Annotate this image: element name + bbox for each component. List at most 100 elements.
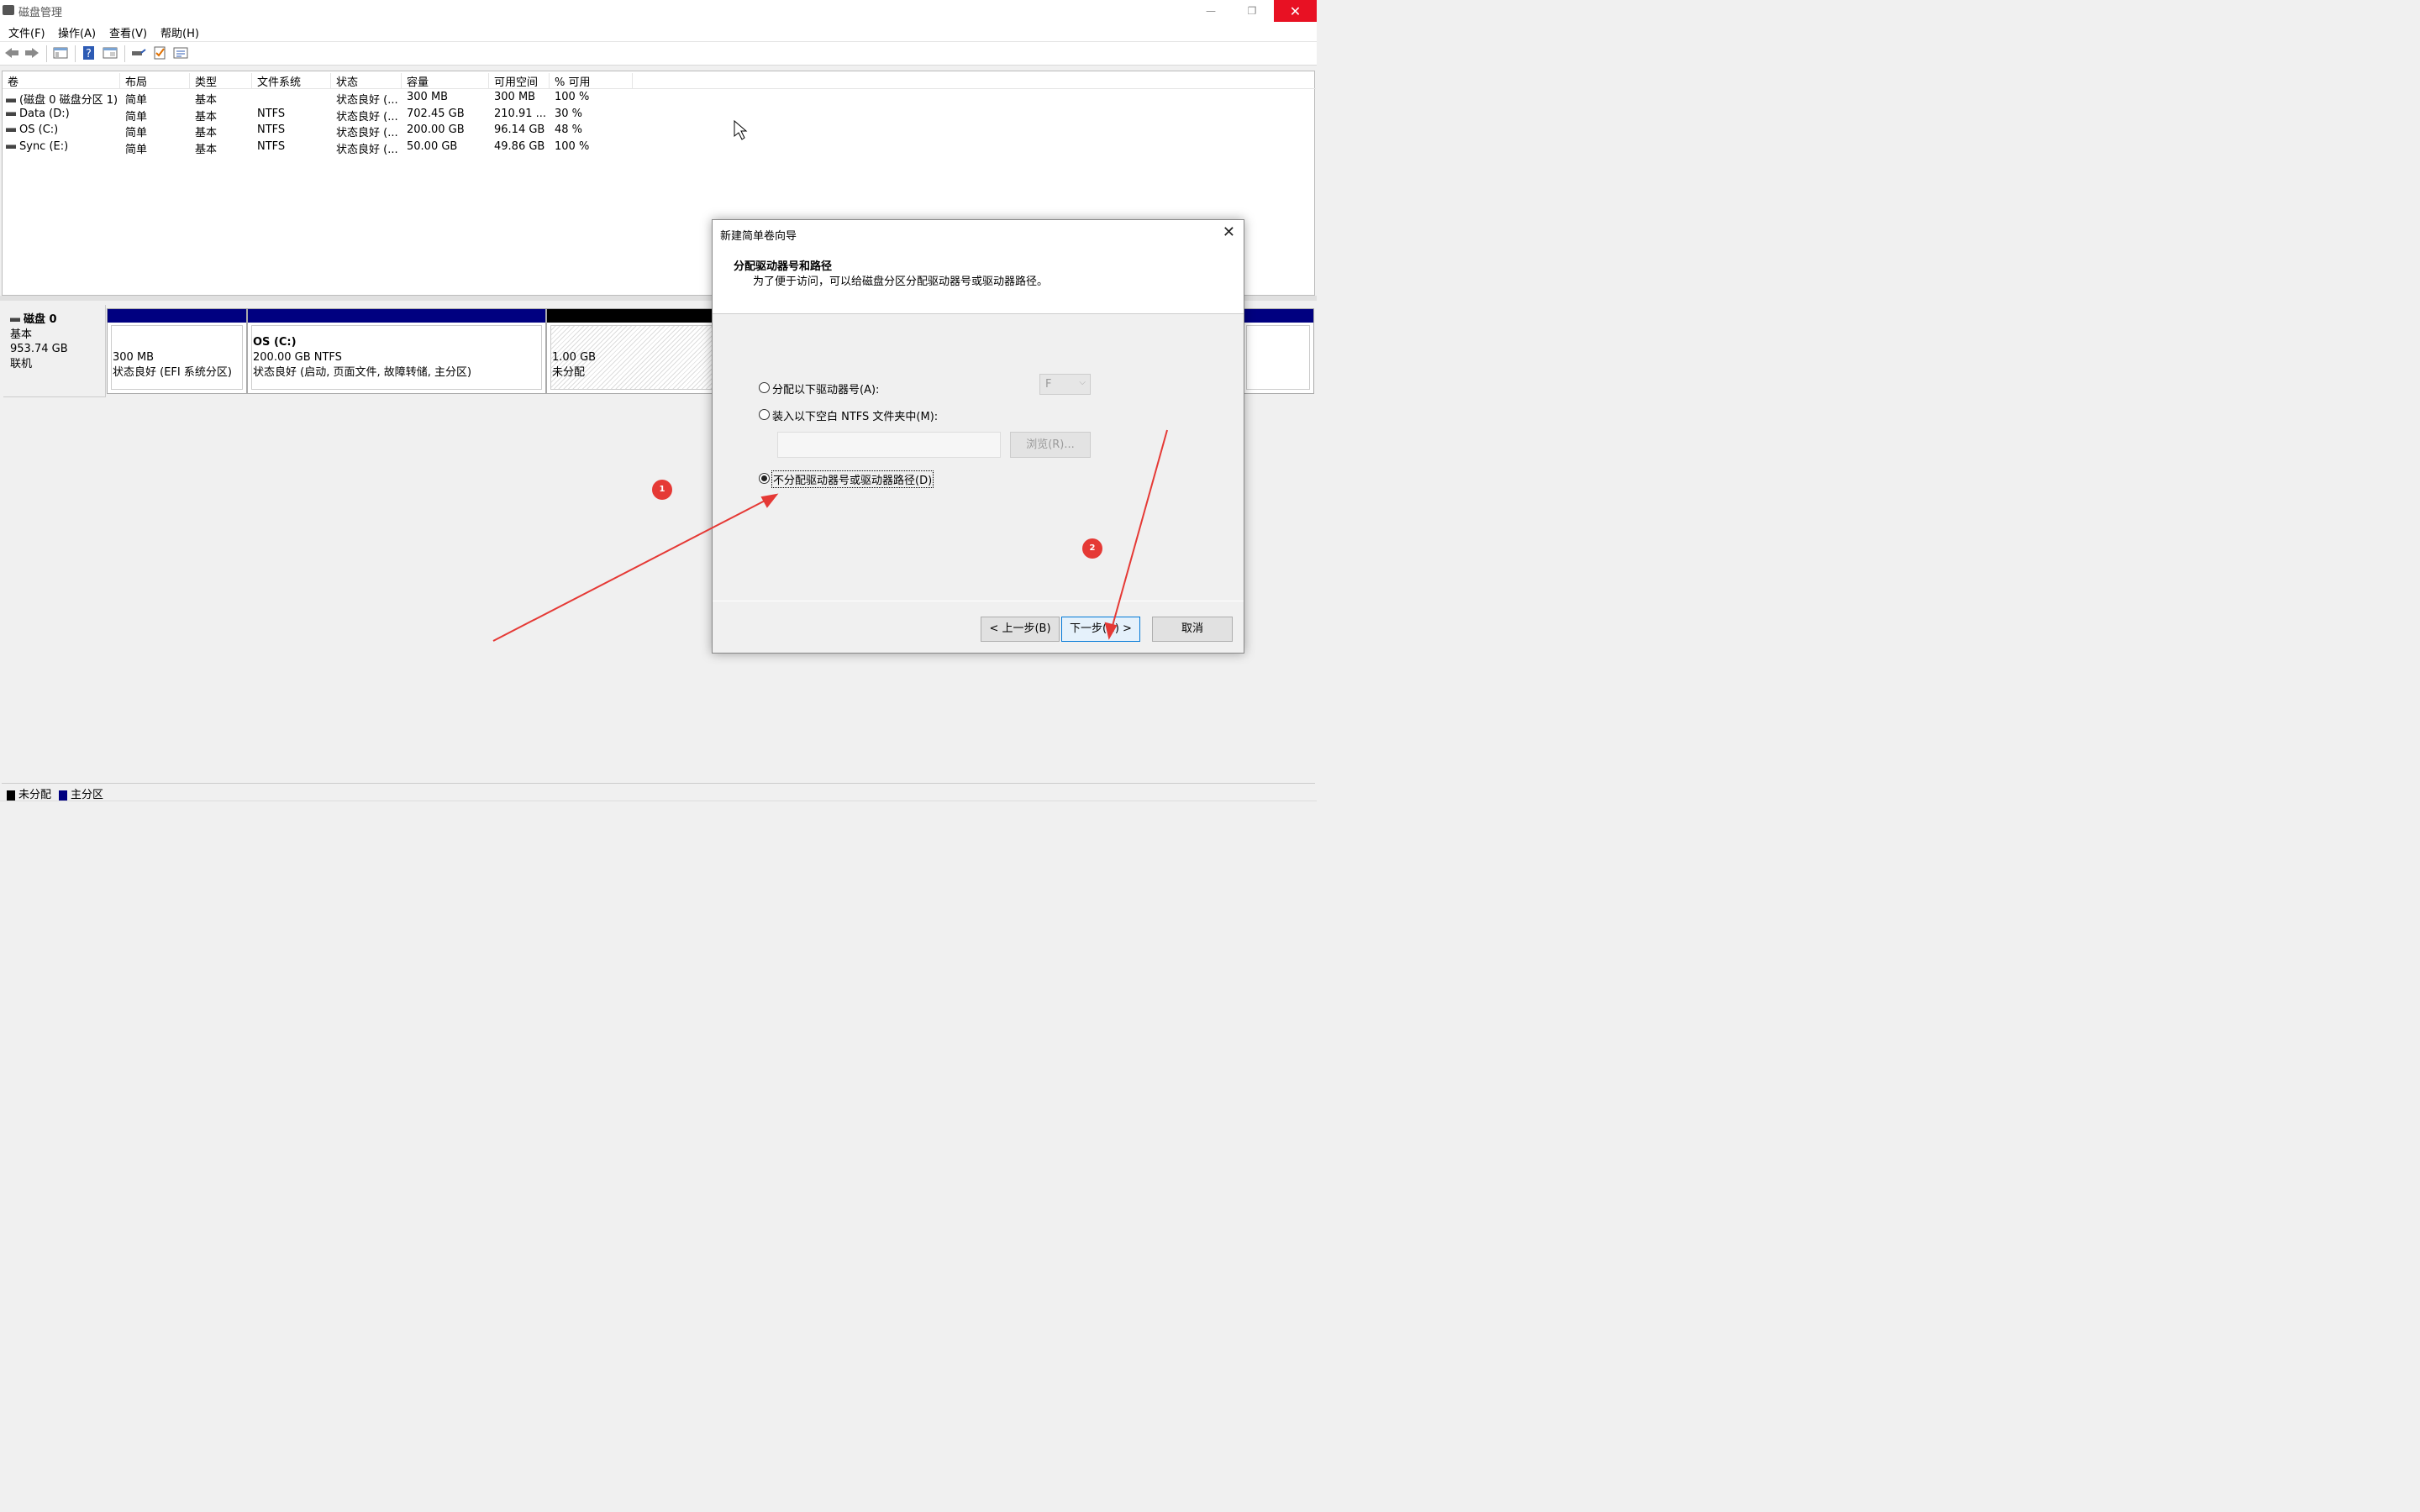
volume-type: 基本 [195, 144, 218, 156]
volume-percent-free: 100 % [555, 140, 590, 153]
assign-drive-letter-label[interactable]: 分配以下驱动器号(A): [772, 381, 879, 396]
disk-management-icon [3, 5, 14, 15]
partition-color-bar [547, 309, 720, 323]
volume-icon [6, 112, 16, 116]
disk-state: 联机 [10, 357, 33, 370]
volume-free-space: 49.86 GB [494, 140, 545, 153]
volume-type: 基本 [195, 127, 218, 139]
legend: 未分配 主分区 [2, 783, 1315, 801]
partition-title: OS (C:) [253, 336, 297, 349]
disk-size: 953.74 GB [10, 343, 68, 355]
table-row[interactable]: Data (D:) 简单 基本 NTFS 状态良好 (... 702.45 GB… [3, 106, 1316, 123]
column-header-row: 卷 布局 类型 文件系统 状态 容量 可用空间 % 可用 [3, 71, 1316, 89]
volume-status: 状态良好 (... [336, 94, 398, 107]
volume-percent-free: 30 % [555, 108, 583, 120]
show-hide-console-tree-icon[interactable] [53, 46, 68, 60]
menu-view[interactable]: 查看(V) [109, 24, 147, 40]
checklist-icon[interactable] [152, 46, 167, 60]
dialog-close-icon[interactable]: ✕ [1223, 223, 1235, 241]
volume-name: OS (C:) [19, 123, 59, 136]
menu-file[interactable]: 文件(F) [8, 24, 45, 40]
partition-size: 1.00 GB [552, 351, 597, 364]
cancel-button[interactable]: 取消 [1152, 617, 1233, 642]
status-bar [0, 801, 1317, 823]
drive-letter-select[interactable]: F ⌵ [1039, 374, 1091, 395]
next-button[interactable]: 下一步(N) > [1061, 617, 1140, 642]
column-header-free-space[interactable]: 可用空间 [489, 73, 550, 89]
assign-drive-letter-radio[interactable] [759, 382, 770, 393]
table-row[interactable]: Sync (E:) 简单 基本 NTFS 状态良好 (... 50.00 GB … [3, 139, 1316, 156]
volume-capacity: 300 MB [407, 91, 449, 103]
drive-letter-value: F [1045, 378, 1052, 391]
column-header-type[interactable]: 类型 [190, 73, 252, 89]
properties-icon[interactable] [103, 46, 118, 60]
volume-free-space: 300 MB [494, 91, 536, 103]
title-bar: 磁盘管理 — ❐ ✕ [0, 0, 1317, 22]
partition-status: 未分配 [552, 366, 586, 379]
volume-name: Data (D:) [19, 108, 70, 120]
volume-name: Sync (E:) [19, 140, 69, 153]
menu-action[interactable]: 操作(A) [58, 24, 96, 40]
volume-icon [6, 98, 16, 102]
table-row[interactable]: (磁盘 0 磁盘分区 1) 简单 基本 状态良好 (... 300 MB 300… [3, 89, 1316, 107]
volume-status: 状态良好 (... [336, 127, 398, 139]
volume-layout: 简单 [125, 127, 148, 139]
window-title: 磁盘管理 [18, 7, 63, 19]
volume-filesystem: NTFS [257, 123, 286, 136]
column-header-percent-free[interactable]: % 可用 [550, 73, 633, 89]
settings-list-icon[interactable] [173, 46, 188, 60]
folder-path-input[interactable] [777, 432, 1001, 458]
volume-percent-free: 100 % [555, 91, 590, 103]
disk-info[interactable]: 磁盘 0 基本 953.74 GB 联机 [3, 305, 106, 397]
close-button[interactable]: ✕ [1274, 0, 1317, 22]
table-row[interactable]: OS (C:) 简单 基本 NTFS 状态良好 (... 200.00 GB 9… [3, 122, 1316, 139]
dialog-subheading: 为了便于访问，可以给磁盘分区分配驱动器号或驱动器路径。 [753, 276, 1049, 288]
volume-filesystem: NTFS [257, 140, 286, 153]
volume-capacity: 50.00 GB [407, 140, 458, 153]
minimize-button[interactable]: — [1192, 0, 1230, 22]
help-icon[interactable]: ? [82, 46, 97, 60]
disk-name: 磁盘 0 [24, 313, 57, 326]
partition-status: 状态良好 (启动, 页面文件, 故障转储, 主分区) [253, 366, 472, 379]
no-drive-letter-label[interactable]: 不分配驱动器号或驱动器路径(D) [771, 470, 934, 488]
partition-unallocated[interactable]: 1.00 GB 未分配 [546, 308, 721, 394]
annotation-badge-2: 2 [1082, 538, 1102, 559]
partition-efi[interactable]: 300 MB 状态良好 (EFI 系统分区) [107, 308, 247, 394]
column-header-status[interactable]: 状态 [331, 73, 402, 89]
mount-ntfs-folder-label[interactable]: 装入以下空白 NTFS 文件夹中(M): [772, 407, 938, 423]
volume-icon [6, 128, 16, 132]
column-header-filesystem[interactable]: 文件系统 [252, 73, 331, 89]
column-header-layout[interactable]: 布局 [120, 73, 190, 89]
unallocated-swatch [7, 790, 15, 801]
volume-status: 状态良好 (... [336, 144, 398, 156]
volume-layout: 简单 [125, 94, 148, 107]
volume-percent-free: 48 % [555, 123, 583, 136]
legend-unallocated: 未分配 [18, 789, 52, 801]
back-arrow-icon[interactable] [4, 46, 19, 60]
partition-data[interactable] [1242, 308, 1314, 394]
new-simple-volume-wizard: 新建简单卷向导 ✕ 分配驱动器号和路径 为了便于访问，可以给磁盘分区分配驱动器号… [712, 219, 1244, 654]
menu-help[interactable]: 帮助(H) [160, 24, 199, 40]
partition-color-bar [1243, 309, 1313, 323]
menu-bar: 文件(F) 操作(A) 查看(V) 帮助(H) [0, 22, 1317, 42]
forward-arrow-icon[interactable] [24, 46, 39, 60]
volume-free-space: 210.91 ... [494, 108, 547, 120]
disk-icon [10, 318, 20, 322]
dialog-header: 分配驱动器号和路径 为了便于访问，可以给磁盘分区分配驱动器号或驱动器路径。 [713, 245, 1244, 314]
partition-os[interactable]: OS (C:) 200.00 GB NTFS 状态良好 (启动, 页面文件, 故… [247, 308, 546, 394]
volume-type: 基本 [195, 94, 218, 107]
partition-size: 300 MB [113, 351, 155, 364]
no-drive-letter-radio[interactable] [759, 473, 770, 484]
chevron-down-icon: ⌵ [1079, 378, 1086, 387]
browse-button[interactable]: 浏览(R)... [1010, 432, 1091, 458]
dialog-title-bar: 新建简单卷向导 ✕ [713, 220, 1244, 245]
connect-disk-icon[interactable] [131, 46, 146, 60]
restore-button[interactable]: ❐ [1233, 0, 1271, 22]
column-header-capacity[interactable]: 容量 [402, 73, 489, 89]
disk-type: 基本 [10, 328, 33, 341]
partition-status: 状态良好 (EFI 系统分区) [113, 366, 232, 379]
mount-ntfs-folder-radio[interactable] [759, 409, 770, 420]
column-header-volume[interactable]: 卷 [3, 73, 120, 89]
volume-free-space: 96.14 GB [494, 123, 545, 136]
back-button[interactable]: < 上一步(B) [981, 617, 1060, 642]
